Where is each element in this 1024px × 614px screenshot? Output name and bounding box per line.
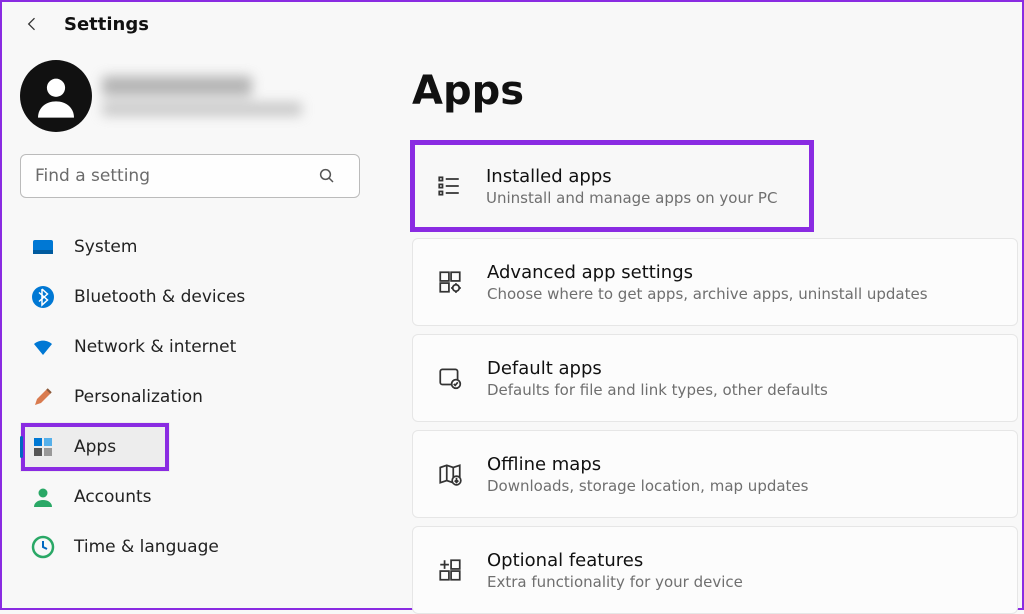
card-subtitle: Defaults for file and link types, other …	[487, 381, 828, 399]
user-info-blurred	[102, 76, 302, 116]
apps-icon	[30, 434, 56, 460]
window-title: Settings	[64, 14, 149, 35]
nav-label: Apps	[74, 437, 116, 457]
card-title: Optional features	[487, 550, 743, 571]
search-icon	[318, 167, 336, 185]
avatar	[20, 60, 92, 132]
nav-label: Network & internet	[74, 337, 236, 357]
card-title: Advanced app settings	[487, 262, 928, 283]
card-installed-apps[interactable]: Installed apps Uninstall and manage apps…	[412, 142, 812, 230]
system-icon	[30, 234, 56, 260]
nav-list: System Bluetooth & devices Network & int…	[20, 222, 362, 572]
card-offline-maps[interactable]: Offline maps Downloads, storage location…	[412, 430, 1018, 518]
card-title: Offline maps	[487, 454, 808, 475]
paintbrush-icon	[30, 384, 56, 410]
nav-item-apps[interactable]: Apps	[20, 422, 170, 472]
card-subtitle: Uninstall and manage apps on your PC	[486, 189, 777, 207]
page-title: Apps	[412, 68, 1018, 114]
wifi-icon	[30, 334, 56, 360]
sidebar: System Bluetooth & devices Network & int…	[2, 46, 372, 608]
nav-label: System	[74, 237, 137, 257]
back-button[interactable]	[20, 12, 44, 36]
card-subtitle: Choose where to get apps, archive apps, …	[487, 285, 928, 303]
card-advanced-app-settings[interactable]: Advanced app settings Choose where to ge…	[412, 238, 1018, 326]
main-content: Apps Installed apps Uninstall and manage…	[372, 46, 1022, 608]
list-icon	[434, 171, 464, 201]
user-profile[interactable]	[20, 60, 362, 132]
clock-globe-icon	[30, 534, 56, 560]
nav-item-personalization[interactable]: Personalization	[20, 372, 362, 422]
default-apps-icon	[435, 363, 465, 393]
person-icon	[30, 484, 56, 510]
card-default-apps[interactable]: Default apps Defaults for file and link …	[412, 334, 1018, 422]
nav-item-accounts[interactable]: Accounts	[20, 472, 362, 522]
card-title: Installed apps	[486, 166, 777, 187]
nav-item-system[interactable]: System	[20, 222, 362, 272]
apps-plus-icon	[435, 555, 465, 585]
search-box[interactable]	[20, 154, 362, 198]
nav-label: Personalization	[74, 387, 203, 407]
nav-label: Bluetooth & devices	[74, 287, 245, 307]
bluetooth-icon	[30, 284, 56, 310]
apps-gear-icon	[435, 267, 465, 297]
nav-label: Time & language	[74, 537, 219, 557]
nav-item-time-language[interactable]: Time & language	[20, 522, 362, 572]
search-input[interactable]	[20, 154, 360, 198]
card-optional-features[interactable]: Optional features Extra functionality fo…	[412, 526, 1018, 614]
nav-label: Accounts	[74, 487, 152, 507]
title-bar: Settings	[2, 2, 1022, 46]
nav-item-bluetooth[interactable]: Bluetooth & devices	[20, 272, 362, 322]
card-title: Default apps	[487, 358, 828, 379]
settings-cards: Installed apps Uninstall and manage apps…	[412, 142, 1018, 614]
card-subtitle: Extra functionality for your device	[487, 573, 743, 591]
card-subtitle: Downloads, storage location, map updates	[487, 477, 808, 495]
nav-item-network[interactable]: Network & internet	[20, 322, 362, 372]
map-download-icon	[435, 459, 465, 489]
